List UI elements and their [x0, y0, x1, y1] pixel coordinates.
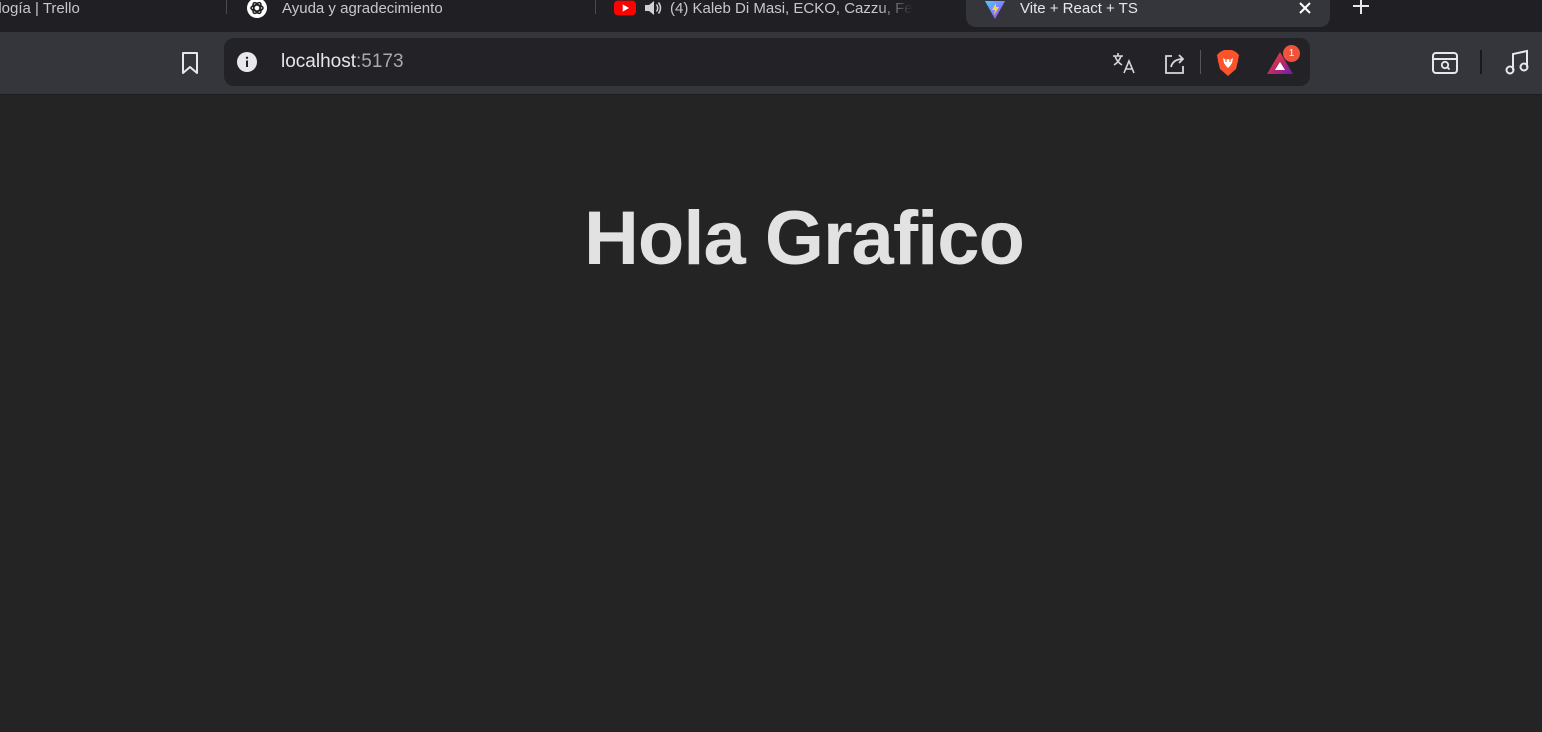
tab-title: (4) Kaleb Di Masi, ECKO, Cazzu, Fe: [670, 0, 913, 17]
rewards-badge: 1: [1283, 45, 1300, 62]
share-button[interactable]: [1161, 49, 1189, 77]
brave-rewards-button[interactable]: 1: [1266, 45, 1300, 77]
address-bar[interactable]: localhost:5173 1: [224, 38, 1310, 86]
speaker-icon[interactable]: [644, 0, 662, 19]
brave-shields-button[interactable]: [1214, 49, 1242, 77]
url-host: localhost: [281, 51, 356, 72]
page-content: Hola Grafico: [0, 95, 1542, 732]
tab-separator: [595, 0, 596, 14]
plus-icon: [1353, 0, 1369, 14]
browser-toolbar: localhost:5173 1: [0, 32, 1542, 95]
translate-icon: [1113, 53, 1135, 74]
tab-youtube[interactable]: (4) Kaleb Di Masi, ECKO, Cazzu, Fe: [614, 0, 944, 26]
translate-button[interactable]: [1110, 49, 1138, 77]
tab-vite-active[interactable]: Vite + React + TS: [966, 0, 1330, 27]
music-note-icon: [1505, 49, 1529, 75]
url-text[interactable]: localhost:5173: [281, 51, 404, 73]
tab-trello[interactable]: ología | Trello: [0, 0, 210, 26]
toolbar-divider: [1480, 50, 1482, 74]
tab-title: ología | Trello: [0, 0, 80, 17]
tab-title: Vite + React + TS: [1020, 0, 1138, 17]
wallet-button[interactable]: [1430, 48, 1460, 78]
media-button[interactable]: [1502, 48, 1532, 78]
page-title: Hola Grafico: [584, 196, 1025, 281]
info-icon[interactable]: [236, 51, 258, 73]
divider: [1200, 50, 1201, 74]
chatgpt-icon: [246, 0, 268, 19]
share-icon: [1165, 54, 1185, 74]
new-tab-button[interactable]: [1349, 0, 1373, 18]
wallet-icon: [1432, 52, 1458, 74]
tab-title: Ayuda y agradecimiento: [282, 0, 443, 17]
tab-separator: [226, 0, 227, 14]
youtube-icon: [614, 0, 636, 19]
tab-ayuda[interactable]: Ayuda y agradecimiento: [246, 0, 576, 26]
bookmark-button[interactable]: [176, 48, 204, 78]
close-icon[interactable]: [1296, 0, 1314, 17]
vite-icon: [984, 0, 1006, 20]
url-port: :5173: [356, 51, 404, 72]
bookmark-icon: [182, 52, 198, 74]
tab-strip: ología | Trello Ayuda y agradecimiento: [0, 0, 1542, 32]
brave-lion-icon: [1217, 50, 1239, 76]
